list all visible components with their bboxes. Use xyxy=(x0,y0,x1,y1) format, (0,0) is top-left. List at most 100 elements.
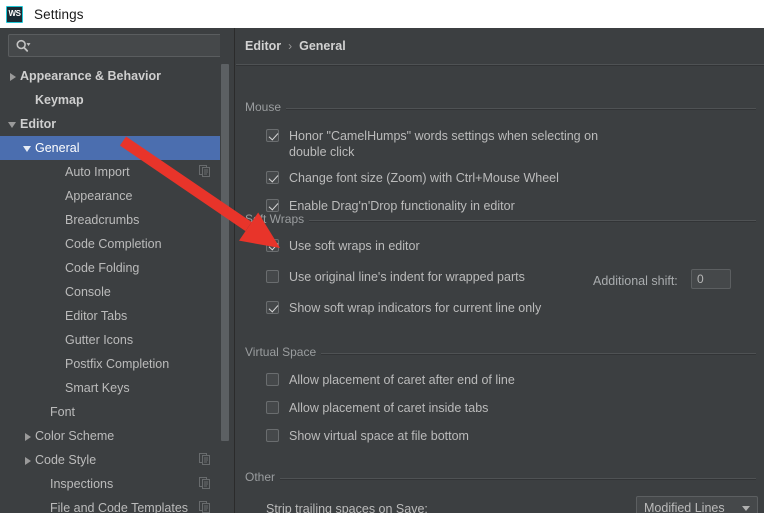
additional-shift-label: Additional shift: xyxy=(593,274,678,288)
section-title: Virtual Space xyxy=(245,345,322,359)
strip-trailing-spaces-dropdown[interactable]: Modified Lines xyxy=(636,496,758,513)
checkbox-row[interactable]: Allow placement of caret after end of li… xyxy=(266,372,515,388)
checkbox-unchecked[interactable] xyxy=(266,429,279,442)
search-field-wrapper[interactable] xyxy=(8,34,227,57)
ws-icon-text: WS xyxy=(8,9,21,18)
sidebar-item-console[interactable]: Console xyxy=(0,280,228,304)
chevron-down-icon[interactable] xyxy=(7,118,20,131)
sidebar-item-editor-tabs[interactable]: Editor Tabs xyxy=(0,304,228,328)
sidebar-item-gutter-icons[interactable]: Gutter Icons xyxy=(0,328,228,352)
window-title: Settings xyxy=(34,6,84,22)
sidebar-item-code-style[interactable]: Code Style xyxy=(0,448,228,472)
chevron-down-icon[interactable] xyxy=(742,506,750,511)
search-box[interactable] xyxy=(8,34,227,57)
checkbox-checked[interactable] xyxy=(266,239,279,252)
checkbox-label: Honor "CamelHumps" words settings when s… xyxy=(289,129,599,159)
sidebar-item-color-scheme[interactable]: Color Scheme xyxy=(0,424,228,448)
checkbox-checked[interactable] xyxy=(266,171,279,184)
breadcrumb-separator-icon: › xyxy=(288,39,293,53)
checkbox-checked[interactable] xyxy=(266,129,279,142)
checkbox-row[interactable]: Honor "CamelHumps" words settings when s… xyxy=(266,128,599,160)
sidebar-item-label: Editor xyxy=(20,117,57,131)
sidebar-item-auto-import[interactable]: Auto Import xyxy=(0,160,228,184)
checkbox-unchecked[interactable] xyxy=(266,270,279,283)
sidebar-item-inspections[interactable]: Inspections xyxy=(0,472,228,496)
section-mouse: Mouse Honor "CamelHumps" words settings w… xyxy=(236,100,764,230)
sidebar-item-appearance[interactable]: Appearance xyxy=(0,184,228,208)
sidebar-item-code-completion[interactable]: Code Completion xyxy=(0,232,228,256)
search-icon[interactable] xyxy=(15,39,31,54)
checkbox-row[interactable]: Use soft wraps in editor xyxy=(266,238,420,254)
sidebar-item-smart-keys[interactable]: Smart Keys xyxy=(0,376,228,400)
sidebar-item-label: Gutter Icons xyxy=(65,333,134,347)
settings-sidebar: Appearance & Behavior Keymap Editor General… xyxy=(0,28,235,513)
section-other: Other Strip trailing spaces on Save: Modif… xyxy=(236,470,764,513)
copy-settings-icon[interactable] xyxy=(199,501,210,513)
section-title: Other xyxy=(245,470,281,484)
panel-divider xyxy=(234,28,235,513)
sidebar-item-general[interactable]: General xyxy=(0,136,228,160)
sidebar-item-appearance-behavior[interactable]: Appearance & Behavior xyxy=(0,64,228,88)
sidebar-item-editor[interactable]: Editor xyxy=(0,112,228,136)
checkbox-row[interactable]: Use original line's indent for wrapped p… xyxy=(266,269,525,285)
checkbox-label: Use soft wraps in editor xyxy=(289,239,420,253)
sidebar-item-code-folding[interactable]: Code Folding xyxy=(0,256,228,280)
checkbox-row[interactable]: Allow placement of caret inside tabs xyxy=(266,400,488,416)
chevron-right-icon[interactable] xyxy=(7,70,20,83)
settings-content: Editor › General Mouse Honor "CamelHumps"… xyxy=(236,28,764,513)
checkbox-row[interactable]: Show virtual space at file bottom xyxy=(266,428,469,444)
checkbox-unchecked[interactable] xyxy=(266,373,279,386)
section-soft-wraps: Soft Wraps Use soft wraps in editor Use or… xyxy=(236,212,764,342)
breadcrumb: Editor › General xyxy=(245,39,346,53)
copy-settings-icon[interactable] xyxy=(199,165,210,177)
sidebar-item-file-and-code-templates[interactable]: File and Code Templates xyxy=(0,496,228,513)
copy-settings-icon[interactable] xyxy=(199,477,210,489)
checkbox-row[interactable]: Change font size (Zoom) with Ctrl+Mouse … xyxy=(266,170,559,186)
copy-settings-icon[interactable] xyxy=(199,453,210,465)
sidebar-item-label: Code Folding xyxy=(65,261,140,275)
additional-shift-input[interactable] xyxy=(691,269,731,289)
sidebar-item-label: File and Code Templates xyxy=(50,501,189,513)
breadcrumb-current: General xyxy=(299,39,346,53)
section-rule-shadow xyxy=(245,109,756,110)
section-rule-shadow xyxy=(245,221,756,222)
sidebar-item-label: Smart Keys xyxy=(65,381,130,395)
chevron-right-icon[interactable] xyxy=(22,430,35,443)
sidebar-scrollbar-thumb[interactable] xyxy=(221,64,229,441)
sidebar-item-label: Keymap xyxy=(35,93,84,107)
checkbox-row[interactable]: Show soft wrap indicators for current li… xyxy=(266,300,541,316)
chevron-down-icon[interactable] xyxy=(22,142,35,155)
sidebar-item-label: Inspections xyxy=(50,477,114,491)
search-input[interactable] xyxy=(37,35,225,56)
sidebar-item-postfix-completion[interactable]: Postfix Completion xyxy=(0,352,228,376)
sidebar-item-label: Postfix Completion xyxy=(65,357,170,371)
chevron-right-icon[interactable] xyxy=(22,454,35,467)
sidebar-item-keymap[interactable]: Keymap xyxy=(0,88,228,112)
section-rule-shadow xyxy=(245,479,756,480)
webstorm-ws-icon: WS xyxy=(6,5,23,23)
sidebar-item-label: Auto Import xyxy=(65,165,130,179)
checkbox-unchecked[interactable] xyxy=(266,401,279,414)
settings-tree[interactable]: Appearance & Behavior Keymap Editor General… xyxy=(0,64,228,513)
sidebar-item-breadcrumbs[interactable]: Breadcrumbs xyxy=(0,208,228,232)
checkbox-label: Change font size (Zoom) with Ctrl+Mouse … xyxy=(289,171,559,185)
settings-window: WS Settings Appearance & Behavior Keymap E… xyxy=(0,0,764,513)
sidebar-item-label: General xyxy=(35,141,80,155)
sidebar-item-font[interactable]: Font xyxy=(0,400,228,424)
checkbox-checked[interactable] xyxy=(266,301,279,314)
checkbox-checked[interactable] xyxy=(266,199,279,212)
breadcrumb-parent[interactable]: Editor xyxy=(245,39,281,53)
sidebar-item-label: Color Scheme xyxy=(35,429,115,443)
section-title: Soft Wraps xyxy=(245,212,310,226)
